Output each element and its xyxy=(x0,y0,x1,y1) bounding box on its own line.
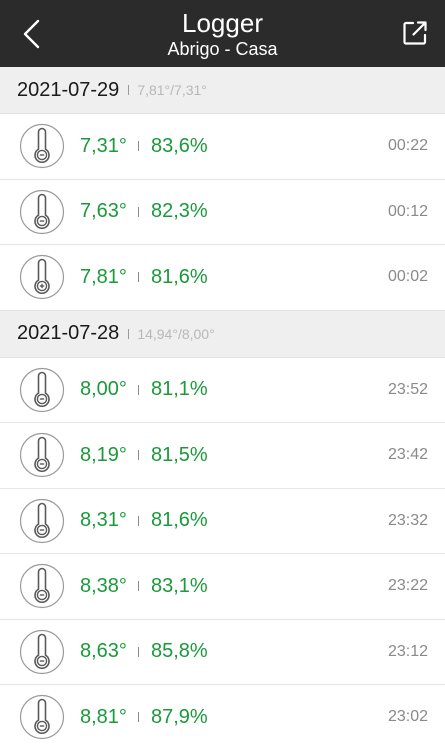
timestamp: 23:12 xyxy=(387,642,428,660)
humidity-value: 82,3% xyxy=(151,200,208,223)
section-temp-range: 7,81°/7,31° xyxy=(137,82,207,98)
log-row[interactable]: 8,31° 81,6% 23:32 xyxy=(0,488,445,554)
humidity-value: 87,9% xyxy=(151,705,208,728)
divider xyxy=(138,581,139,592)
humidity-value: 81,5% xyxy=(151,443,208,466)
temperature-value: 8,19° xyxy=(80,443,127,466)
thermometer-icon xyxy=(19,367,65,412)
divider xyxy=(128,328,130,339)
divider xyxy=(138,646,139,657)
timestamp: 00:22 xyxy=(387,137,428,155)
timestamp: 23:02 xyxy=(387,708,428,726)
thermometer-icon xyxy=(19,255,65,300)
section-date: 2021-07-28 xyxy=(17,322,120,344)
humidity-value: 81,6% xyxy=(151,509,208,532)
section-temp-range: 14,94°/8,00° xyxy=(137,325,215,342)
back-button[interactable] xyxy=(14,14,50,54)
thermometer-icon xyxy=(19,124,65,169)
thermometer-icon xyxy=(19,629,65,674)
divider xyxy=(138,450,139,461)
temperature-value: 8,81° xyxy=(80,705,127,728)
temperature-value: 7,31° xyxy=(80,134,127,157)
app-header: Logger Abrigo - Casa xyxy=(0,0,445,67)
log-row[interactable]: 7,81° 81,6% 00:02 xyxy=(0,245,445,311)
log-row[interactable]: 8,00° 81,1% 23:52 xyxy=(0,357,445,423)
humidity-value: 85,8% xyxy=(151,640,208,663)
humidity-value: 81,1% xyxy=(151,378,208,401)
thermometer-icon xyxy=(19,695,65,740)
date-section-header: 2021-07-29 7,81°/7,31° xyxy=(0,67,445,114)
temperature-value: 8,38° xyxy=(80,574,127,597)
timestamp: 23:32 xyxy=(387,511,428,529)
timestamp: 23:42 xyxy=(387,446,428,464)
divider xyxy=(138,515,139,526)
divider xyxy=(138,712,139,723)
section-date: 2021-07-29 xyxy=(17,78,120,101)
divider xyxy=(128,85,130,95)
temperature-value: 8,00° xyxy=(80,378,127,401)
date-section-header: 2021-07-28 14,94°/8,00° xyxy=(0,310,445,358)
humidity-value: 81,6% xyxy=(151,265,208,288)
timestamp: 00:12 xyxy=(387,202,428,220)
log-list[interactable]: 2021-07-29 7,81°/7,31° 7,31° 83,6% 00:22… xyxy=(0,67,445,750)
temperature-value: 8,63° xyxy=(80,640,127,663)
thermometer-icon xyxy=(19,498,65,543)
humidity-value: 83,1% xyxy=(151,574,208,597)
timestamp: 23:22 xyxy=(387,577,428,595)
timestamp: 23:52 xyxy=(387,380,428,398)
page-title: Logger xyxy=(182,8,263,38)
humidity-value: 83,6% xyxy=(151,134,208,157)
log-row[interactable]: 7,63° 82,3% 00:12 xyxy=(0,179,445,245)
page-subtitle: Abrigo - Casa xyxy=(167,39,278,59)
share-button[interactable] xyxy=(399,16,431,50)
divider xyxy=(138,206,139,217)
log-row[interactable]: 8,19° 81,5% 23:42 xyxy=(0,423,445,489)
temperature-value: 7,81° xyxy=(80,265,127,288)
log-row[interactable]: 7,31° 83,6% 00:22 xyxy=(0,114,445,180)
thermometer-icon xyxy=(19,564,65,609)
thermometer-icon xyxy=(19,189,65,234)
divider xyxy=(138,272,139,283)
log-row[interactable]: 8,38° 83,1% 23:22 xyxy=(0,554,445,620)
temperature-value: 8,31° xyxy=(80,509,127,532)
log-row[interactable]: 8,81° 87,9% 23:02 xyxy=(0,685,445,750)
thermometer-icon xyxy=(19,433,65,478)
chevron-left-icon xyxy=(23,19,40,49)
timestamp: 00:02 xyxy=(387,268,428,286)
divider xyxy=(138,384,139,395)
log-row[interactable]: 8,63° 85,8% 23:12 xyxy=(0,619,445,685)
temperature-value: 7,63° xyxy=(80,200,127,223)
divider xyxy=(138,141,139,152)
external-link-icon xyxy=(403,21,427,45)
